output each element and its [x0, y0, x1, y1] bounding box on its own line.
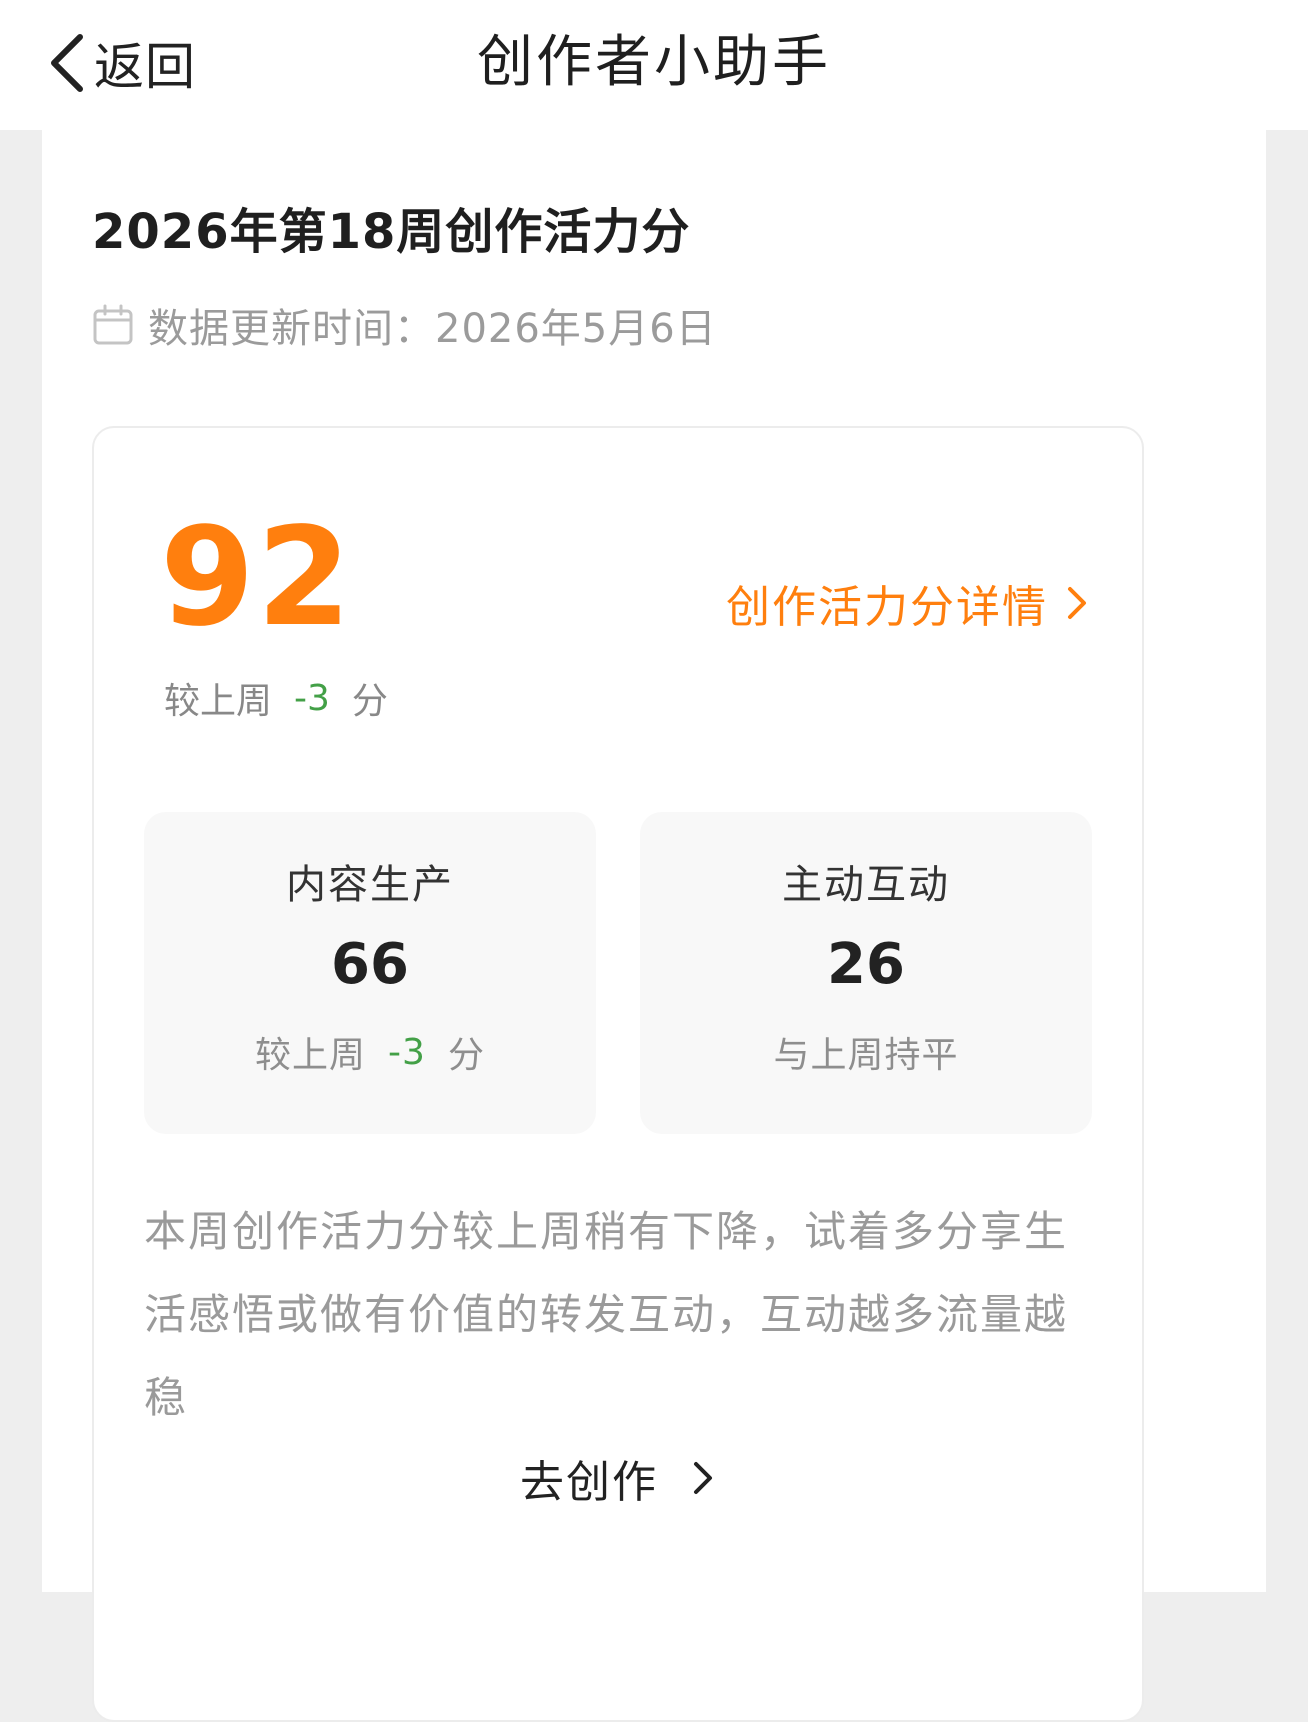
- sub-card-title: 内容生产: [286, 862, 454, 908]
- delta-value: -3: [294, 677, 330, 719]
- section-title: 2026年第18周创作活力分: [92, 204, 691, 260]
- total-score: 92: [160, 499, 354, 657]
- chevron-right-icon: [694, 1462, 712, 1494]
- delta-suffix: 分: [447, 1035, 485, 1076]
- delta-prefix: 较上周: [255, 1035, 367, 1076]
- status-text: 与上周持平: [773, 1035, 959, 1076]
- sub-card-title: 主动互动: [782, 862, 950, 908]
- delta-value: -3: [388, 1031, 426, 1073]
- delta-prefix: 较上周: [164, 681, 273, 722]
- sub-card-value: 26: [827, 932, 905, 997]
- right-gutter: [1266, 130, 1308, 1628]
- page-title: 创作者小助手: [477, 30, 831, 95]
- total-delta-row: 较上周 -3 分: [164, 668, 388, 728]
- score-detail-link[interactable]: 创作活力分详情: [726, 568, 1090, 638]
- go-create-button[interactable]: 去创作: [94, 1438, 1142, 1518]
- content-sheet: 2026年第18周创作活力分 数据更新时间：2026年5月6日 92 创作活力分…: [42, 130, 1266, 1722]
- sub-card-value: 66: [331, 932, 409, 997]
- delta-suffix: 分: [351, 681, 388, 722]
- calendar-icon: [93, 304, 133, 345]
- update-time-text: 数据更新时间：2026年5月6日: [148, 306, 717, 352]
- sub-card-delta: 较上周 -3 分: [144, 1026, 596, 1078]
- chevron-right-icon: [1068, 587, 1086, 619]
- score-detail-label: 创作活力分详情: [726, 582, 1048, 633]
- sub-card-status: 与上周持平: [640, 1026, 1092, 1078]
- active-interaction-card: 主动互动 26 与上周持平: [640, 812, 1092, 1134]
- nav-bar: 返回 创作者小助手: [0, 0, 1308, 130]
- score-card: 92 创作活力分详情 较上周 -3 分 内容生产 66 较上周 -3 分 主动互…: [92, 426, 1144, 1722]
- tip-text: 本周创作活力分较上周稍有下降，试着多分享生活感悟或做有价值的转发互动，互动越多流…: [144, 1207, 1069, 1422]
- update-time-row: 数据更新时间：2026年5月6日: [92, 295, 717, 355]
- content-production-card: 内容生产 66 较上周 -3 分: [144, 812, 596, 1134]
- go-create-label: 去创作: [520, 1457, 658, 1508]
